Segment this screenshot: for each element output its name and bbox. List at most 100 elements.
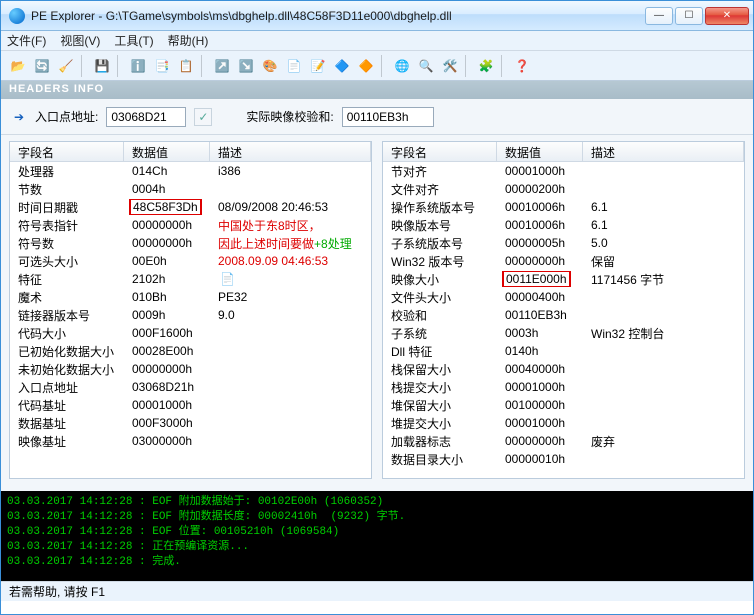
cell-desc	[210, 422, 371, 424]
cell-field: 子系统	[383, 324, 497, 343]
cell-value: 000F3000h	[124, 415, 210, 431]
left-panel-body[interactable]: 处理器014Chi386节数0004h时间日期戳48C58F3Dh08/09/2…	[10, 162, 371, 478]
table-row[interactable]: 节对齐00001000h	[383, 162, 744, 180]
menu-view[interactable]: 视图(V)	[60, 32, 100, 49]
table-row[interactable]: 代码大小000F1600h	[10, 324, 371, 342]
table-row[interactable]: 符号表指针00000000h中国处于东8时区，	[10, 216, 371, 234]
table-row[interactable]: 栈提交大小00001000h	[383, 378, 744, 396]
toolbar-separator	[117, 55, 123, 77]
cell-field: 子系统版本号	[383, 234, 497, 253]
console-output[interactable]: 03.03.2017 14:12:28 : EOF 附加数据始于: 00102E…	[1, 491, 753, 581]
cell-field: 堆保留大小	[383, 396, 497, 415]
left-col-field[interactable]: 字段名	[10, 142, 124, 161]
maximize-button[interactable]: ☐	[675, 7, 703, 25]
right-panel-body[interactable]: 节对齐00001000h文件对齐00000200h操作系统版本号00010006…	[383, 162, 744, 478]
table-row[interactable]: 操作系统版本号00010006h6.1	[383, 198, 744, 216]
cell-field: 堆提交大小	[383, 414, 497, 433]
page-icon[interactable]: 📄	[220, 272, 235, 286]
cell-desc: 2008.09.09 04:46:53	[210, 253, 371, 269]
left-col-desc[interactable]: 描述	[210, 142, 371, 161]
table-row[interactable]: 代码基址00001000h	[10, 396, 371, 414]
cell-value: 00028E00h	[124, 343, 210, 359]
save-icon[interactable]: 💾	[91, 55, 113, 77]
table-row[interactable]: 链接器版本号0009h9.0	[10, 306, 371, 324]
sections-icon[interactable]: 📑	[151, 55, 173, 77]
entry-point-input[interactable]	[106, 107, 186, 127]
table-row[interactable]: 映像大小0011E000h1171456 字节	[383, 270, 744, 288]
table-row[interactable]: 已初始化数据大小00028E00h	[10, 342, 371, 360]
info-icon[interactable]: ℹ️	[127, 55, 149, 77]
table-row[interactable]: 子系统0003hWin32 控制台	[383, 324, 744, 342]
cell-field: 节对齐	[383, 162, 497, 181]
cell-desc	[583, 188, 744, 190]
table-row[interactable]: 魔术010BhPE32	[10, 288, 371, 306]
table-row[interactable]: 可选头大小00E0h2008.09.09 04:46:53	[10, 252, 371, 270]
open-file-icon[interactable]: 📂	[7, 55, 29, 77]
menu-help[interactable]: 帮助(H)	[168, 32, 209, 49]
toolbar: 📂 🔄 🧹 💾 ℹ️ 📑 📋 ↗️ ↘️ 🎨 📄 📝 🔷 🔶 🌐 🔍 🛠️ 🧩 …	[1, 51, 753, 81]
close-button[interactable]: ✕	[705, 7, 749, 25]
table-row[interactable]: 文件头大小00000400h	[383, 288, 744, 306]
relocation-icon[interactable]: 📝	[307, 55, 329, 77]
tls-icon[interactable]: 🔷	[331, 55, 353, 77]
refresh-icon[interactable]: 🔄	[31, 55, 53, 77]
headers-info-label: HEADERS INFO	[1, 81, 753, 99]
debug-icon[interactable]: 📄	[283, 55, 305, 77]
cell-value: 00001000h	[124, 397, 210, 413]
table-row[interactable]: 堆保留大小00100000h	[383, 396, 744, 414]
right-col-desc[interactable]: 描述	[583, 142, 744, 161]
resources-icon[interactable]: 🎨	[259, 55, 281, 77]
left-col-value[interactable]: 数据值	[124, 142, 210, 161]
table-row[interactable]: 校验和00110EB3h	[383, 306, 744, 324]
menu-tools[interactable]: 工具(T)	[114, 32, 153, 49]
toolbar-separator	[201, 55, 207, 77]
table-row[interactable]: Dll 特征0140h	[383, 342, 744, 360]
cell-field: 符号表指针	[10, 216, 124, 235]
checksum-label: 实际映像校验和:	[246, 108, 333, 125]
table-row[interactable]: 特征2102h📄	[10, 270, 371, 288]
minimize-button[interactable]: —	[645, 7, 673, 25]
cell-value: 00000010h	[497, 451, 583, 467]
plugin-icon[interactable]: 🧩	[475, 55, 497, 77]
cell-value: 03068D21h	[124, 379, 210, 395]
cell-value: 00000000h	[124, 217, 210, 233]
table-row[interactable]: 符号数00000000h因此上述时间要做+8处理	[10, 234, 371, 252]
cell-value: 00000005h	[497, 235, 583, 251]
disasm-icon[interactable]: 🛠️	[439, 55, 461, 77]
right-col-value[interactable]: 数据值	[497, 142, 583, 161]
cell-desc: 中国处于东8时区，	[210, 216, 371, 235]
config-icon[interactable]: 🔶	[355, 55, 377, 77]
export-icon[interactable]: ↗️	[211, 55, 233, 77]
directory-icon[interactable]: 📋	[175, 55, 197, 77]
table-row[interactable]: 文件对齐00000200h	[383, 180, 744, 198]
table-row[interactable]: 数据目录大小00000010h	[383, 450, 744, 468]
table-row[interactable]: 入口点地址03068D21h	[10, 378, 371, 396]
cell-value: 00040000h	[497, 361, 583, 377]
table-row[interactable]: 处理器014Chi386	[10, 162, 371, 180]
table-row[interactable]: 数据基址000F3000h	[10, 414, 371, 432]
table-row[interactable]: 映像版本号00010006h6.1	[383, 216, 744, 234]
table-row[interactable]: Win32 版本号00000000h保留	[383, 252, 744, 270]
menu-file[interactable]: 文件(F)	[7, 32, 46, 49]
clear-icon[interactable]: 🧹	[55, 55, 77, 77]
cell-field: 节数	[10, 180, 124, 199]
scanner-icon[interactable]: 🔍	[415, 55, 437, 77]
dependency-icon[interactable]: 🌐	[391, 55, 413, 77]
help-icon[interactable]: ❓	[511, 55, 533, 77]
table-row[interactable]: 加载器标志00000000h废弃	[383, 432, 744, 450]
cell-field: 处理器	[10, 162, 124, 181]
table-row[interactable]: 时间日期戳48C58F3Dh08/09/2008 20:46:53	[10, 198, 371, 216]
table-row[interactable]: 堆提交大小00001000h	[383, 414, 744, 432]
table-row[interactable]: 未初始化数据大小00000000h	[10, 360, 371, 378]
table-row[interactable]: 栈保留大小00040000h	[383, 360, 744, 378]
check-icon[interactable]: ✓	[194, 108, 212, 126]
checksum-input[interactable]	[342, 107, 434, 127]
table-row[interactable]: 子系统版本号00000005h5.0	[383, 234, 744, 252]
arrow-right-icon[interactable]: ➔	[11, 109, 27, 125]
cell-value: 2102h	[124, 271, 210, 287]
right-col-field[interactable]: 字段名	[383, 142, 497, 161]
table-row[interactable]: 映像基址03000000h	[10, 432, 371, 450]
table-row[interactable]: 节数0004h	[10, 180, 371, 198]
cell-field: 操作系统版本号	[383, 198, 497, 217]
import-icon[interactable]: ↘️	[235, 55, 257, 77]
